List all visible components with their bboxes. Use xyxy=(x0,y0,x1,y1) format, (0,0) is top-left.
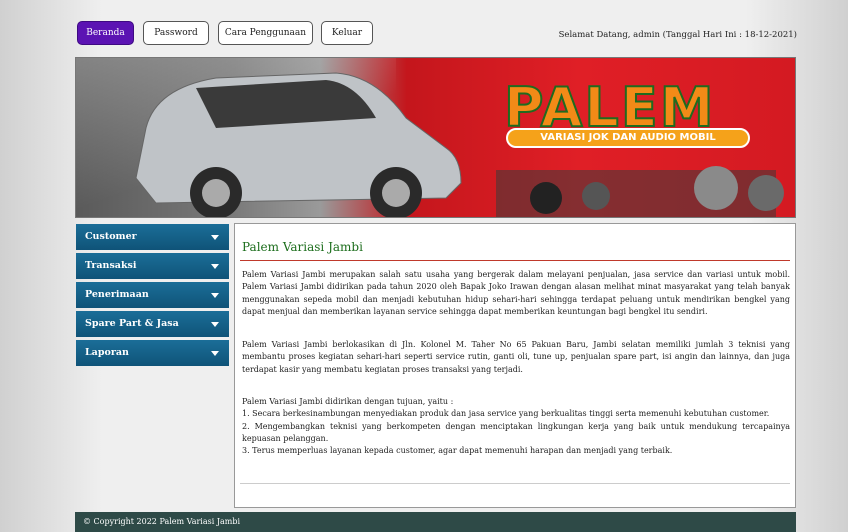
paragraph-text: Palem Variasi Jambi berlokasikan di Jln.… xyxy=(242,340,790,374)
caret-down-icon xyxy=(211,235,219,240)
nav-cara-penggunaan-button[interactable]: Cara Penggunaan xyxy=(218,21,313,45)
paragraph-goals: Palem Variasi Jambi didirikan dengan tuj… xyxy=(242,396,790,457)
paragraph-location: Palem Variasi Jambi berlokasikan di Jln.… xyxy=(242,339,790,376)
part-disc-3 xyxy=(748,175,784,211)
footer: © Copyright 2022 Palem Variasi Jambi xyxy=(75,512,796,532)
nav-keluar-button[interactable]: Keluar xyxy=(321,21,373,45)
sidebar-item-label: Customer xyxy=(85,231,137,242)
part-disc-2 xyxy=(582,182,610,210)
goal-item: 3. Terus memperluas layanan kepada custo… xyxy=(242,446,673,456)
sidebar-item-customer[interactable]: Customer xyxy=(76,224,229,250)
title-divider xyxy=(240,260,790,261)
goals-intro: Palem Variasi Jambi didirikan dengan tuj… xyxy=(242,397,454,406)
welcome-message: Selamat Datang, admin (Tanggal Hari Ini … xyxy=(558,30,797,40)
page-title: Palem Variasi Jambi xyxy=(242,240,363,254)
caret-down-icon xyxy=(211,351,219,356)
sidebar-item-penerimaan[interactable]: Penerimaan xyxy=(76,282,229,308)
paragraph-text: Palem Variasi Jambi merupakan salah satu… xyxy=(242,270,790,316)
nav-password-button[interactable]: Password xyxy=(143,21,209,45)
header-banner: PALEM VARIASI JOK DAN AUDIO MOBIL xyxy=(75,57,796,218)
caret-down-icon xyxy=(211,322,219,327)
copyright-text: © Copyright 2022 Palem Variasi Jambi xyxy=(83,517,241,526)
part-disc-1 xyxy=(530,182,562,214)
caret-down-icon xyxy=(211,293,219,298)
sidebar-item-label: Laporan xyxy=(85,347,129,358)
sidebar-item-label: Spare Part & Jasa xyxy=(85,318,179,329)
goal-item: 2. Mengembangkan teknisi yang berkompete… xyxy=(242,421,790,443)
main-content-panel: Palem Variasi Jambi Palem Variasi Jambi … xyxy=(234,223,796,508)
sidebar-menu: Customer Transaksi Penerimaan Spare Part… xyxy=(76,224,229,369)
caret-down-icon xyxy=(211,264,219,269)
sidebar-item-label: Penerimaan xyxy=(85,289,149,300)
nav-beranda-button[interactable]: Beranda xyxy=(77,21,134,45)
goal-item: 1. Secara berkesinambungan menyediakan p… xyxy=(242,409,770,419)
sidebar-item-spare-part-jasa[interactable]: Spare Part & Jasa xyxy=(76,311,229,337)
sidebar-item-transaksi[interactable]: Transaksi xyxy=(76,253,229,279)
paragraph-about: Palem Variasi Jambi merupakan salah satu… xyxy=(242,269,790,318)
brand-logo-subtitle: VARIASI JOK DAN AUDIO MOBIL xyxy=(506,128,750,148)
sidebar-item-label: Transaksi xyxy=(85,260,137,271)
car-front-rim xyxy=(382,179,410,207)
part-brake-disc xyxy=(694,166,738,210)
top-navigation: Beranda Password Cara Penggunaan Keluar … xyxy=(77,21,797,47)
sidebar-item-laporan[interactable]: Laporan xyxy=(76,340,229,366)
content-bottom-divider xyxy=(240,483,790,484)
car-rear-rim xyxy=(202,179,230,207)
